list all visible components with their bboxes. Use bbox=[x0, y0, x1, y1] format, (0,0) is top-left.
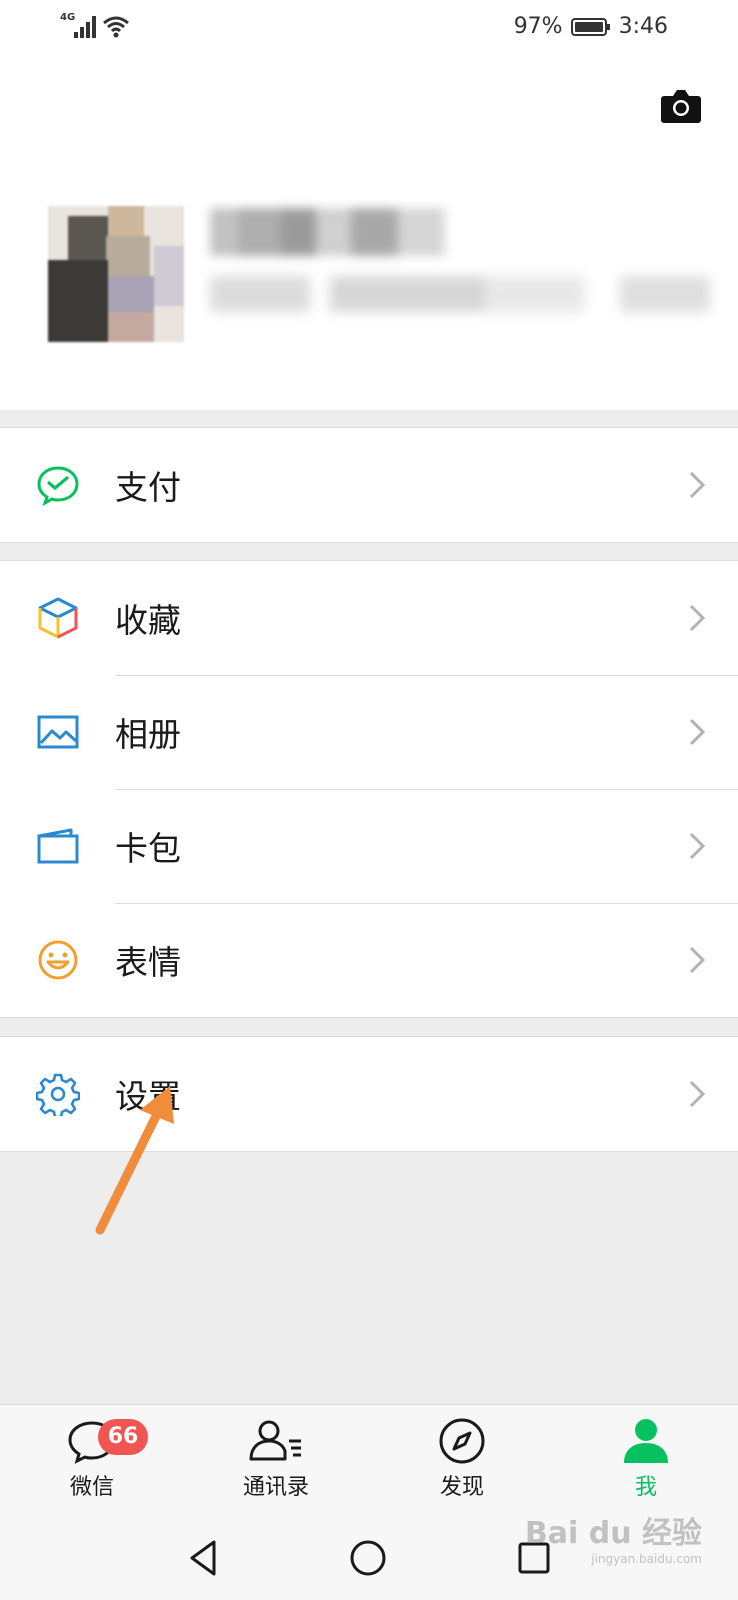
back-icon[interactable] bbox=[182, 1536, 226, 1580]
bottom-tab-bar: 66 微信 通讯录 发现 我 bbox=[0, 1404, 738, 1514]
clock: 3:46 bbox=[618, 14, 668, 39]
tab-contacts[interactable]: 通讯录 bbox=[216, 1417, 336, 1501]
tab-label-discover: 发现 bbox=[439, 1475, 484, 1500]
network-type: 4G bbox=[60, 12, 76, 23]
watermark-sub: jingyan.baidu.com bbox=[591, 1552, 702, 1566]
card-wallet-icon bbox=[37, 828, 79, 864]
menu-item-stickers[interactable]: 表情 bbox=[0, 903, 738, 1017]
chevron-right-icon bbox=[689, 1080, 706, 1108]
wechat-id-blurred[interactable] bbox=[210, 276, 710, 312]
profile-header[interactable] bbox=[0, 58, 738, 410]
tab-chats[interactable]: 66 微信 bbox=[32, 1417, 152, 1501]
menu-label-cards: 卡包 bbox=[115, 829, 181, 868]
chevron-right-icon bbox=[689, 604, 706, 632]
chevron-right-icon bbox=[689, 946, 706, 974]
settings-group: 设置 bbox=[0, 1036, 738, 1152]
menu-item-album[interactable]: 相册 bbox=[0, 675, 738, 789]
smiley-icon bbox=[38, 940, 78, 980]
cube-icon bbox=[38, 597, 78, 639]
system-nav-bar: Bai du 经验 jingyan.baidu.com bbox=[0, 1514, 738, 1600]
chevron-right-icon bbox=[689, 718, 706, 746]
battery-percent: 97% bbox=[513, 14, 563, 39]
status-bar: 4G 97% 3:46 bbox=[0, 0, 738, 58]
tab-label-me: 我 bbox=[634, 1475, 657, 1500]
menu-label-stickers: 表情 bbox=[115, 943, 181, 982]
gear-icon bbox=[36, 1073, 80, 1116]
menu-item-favorites[interactable]: 收藏 bbox=[0, 561, 738, 675]
picture-icon bbox=[37, 715, 79, 749]
signal-icon bbox=[74, 14, 96, 38]
nickname-blurred bbox=[210, 208, 445, 256]
status-right: 97% 3:46 bbox=[514, 14, 668, 39]
contacts-icon bbox=[249, 1420, 301, 1461]
signal-indicators: 4G bbox=[60, 12, 130, 38]
pay-group: 支付 bbox=[0, 427, 738, 543]
menu-item-settings[interactable]: 设置 bbox=[0, 1037, 738, 1151]
wifi-icon bbox=[103, 16, 129, 38]
home-icon[interactable] bbox=[346, 1536, 390, 1580]
menu-item-pay[interactable]: 支付 bbox=[0, 428, 738, 542]
tab-label-chats: 微信 bbox=[69, 1475, 114, 1500]
chevron-right-icon bbox=[689, 471, 706, 499]
battery-icon bbox=[570, 17, 610, 36]
menu-label-settings: 设置 bbox=[115, 1077, 181, 1116]
camera-icon[interactable] bbox=[660, 88, 702, 124]
menu-label-album: 相册 bbox=[115, 715, 181, 754]
watermark-text: Bai du 经验 bbox=[524, 1516, 702, 1551]
tab-me[interactable]: 我 bbox=[586, 1417, 706, 1501]
menu-label-pay: 支付 bbox=[115, 468, 181, 507]
chevron-right-icon bbox=[689, 832, 706, 860]
person-icon bbox=[624, 1419, 668, 1463]
menu-label-favorites: 收藏 bbox=[115, 601, 181, 640]
watermark: Bai du 经验 jingyan.baidu.com bbox=[525, 1508, 702, 1566]
tab-discover[interactable]: 发现 bbox=[402, 1417, 522, 1501]
services-group: 收藏 相册 卡包 表情 bbox=[0, 560, 738, 1018]
menu-item-cards[interactable]: 卡包 bbox=[0, 789, 738, 903]
tab-label-contacts: 通讯录 bbox=[242, 1475, 309, 1500]
wechat-pay-icon bbox=[37, 466, 79, 507]
avatar[interactable] bbox=[48, 206, 184, 342]
unread-badge: 66 bbox=[98, 1419, 148, 1455]
compass-icon bbox=[439, 1418, 485, 1464]
